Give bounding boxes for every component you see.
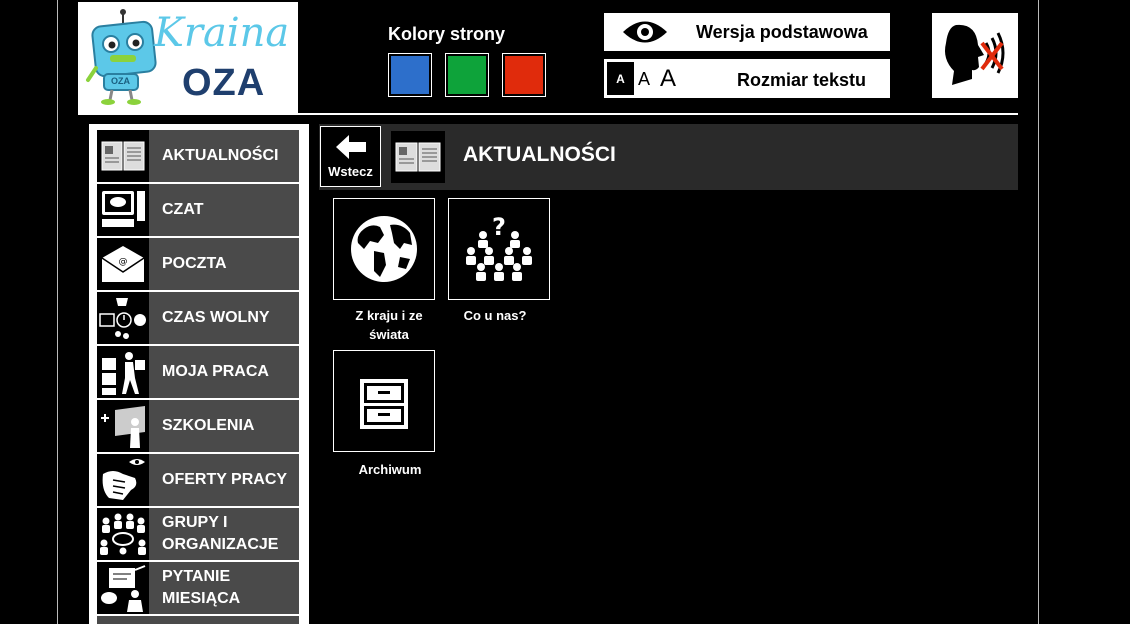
text-size-control: A A A Rozmiar tekstu [604, 59, 890, 98]
swatch-fill-blue [391, 56, 429, 94]
menu-item-poczta[interactable]: @ POCZTA [97, 238, 299, 290]
menu-label-poczta: POCZTA [162, 255, 227, 272]
color-swatch-green[interactable] [445, 53, 489, 97]
header-divider [78, 113, 1018, 115]
menu-label-oferty-pracy: OFERTY PRACY [162, 471, 288, 488]
swatch-fill-green [448, 56, 486, 94]
tile-label-archiwum: Archiwum [358, 462, 422, 477]
menu-label-szkolenia: SZKOLENIA [162, 417, 255, 434]
envelope-icon: @ [97, 238, 149, 290]
eye-icon [623, 21, 667, 43]
arrow-left-icon [336, 135, 366, 159]
handshake-icon [97, 454, 149, 506]
page-title: AKTUALNOŚCI [463, 143, 616, 166]
globe-icon [351, 216, 417, 282]
speech-off-icon [945, 24, 1005, 85]
tile-co-u-nas[interactable]: ? [448, 198, 550, 300]
menu-label-aktualnosci: AKTUALNOŚCI [162, 147, 279, 164]
logo-robot-badge: OZA [111, 76, 130, 86]
text-size-label: Rozmiar tekstu [737, 70, 867, 90]
text-size-medium-button[interactable]: A [638, 69, 650, 90]
worker-boxes-icon [97, 346, 149, 398]
tile-z-kraju[interactable] [333, 198, 435, 300]
menu-label-grupy: GRUPY I ORGANIZACJE [162, 514, 279, 553]
text-size-small-button[interactable]: A [607, 62, 634, 95]
group-circle-icon [97, 508, 149, 560]
computer-chat-icon [97, 184, 149, 236]
menu-item-moja-praca[interactable]: MOJA PRACA [97, 346, 299, 398]
tile-label-co-u-nas: Co u nas? [463, 308, 527, 323]
menu-label-moja-praca: MOJA PRACA [162, 363, 269, 380]
logo-word-oza: OZA [182, 62, 266, 104]
menu-item-czas-wolny[interactable]: CZAS WOLNY [97, 292, 299, 344]
tile-archiwum[interactable] [333, 350, 435, 452]
back-button[interactable]: Wstecz [320, 126, 381, 187]
menu-label-pytanie: PYTANIE MIESIĄCA [162, 568, 241, 607]
frame-line-right [1038, 0, 1039, 624]
people-question-icon: ? [466, 213, 532, 281]
logo-word-kraina: Kraina [154, 10, 290, 56]
color-swatch-blue[interactable] [388, 53, 432, 97]
newspaper-icon [391, 131, 445, 183]
question-board-icon [97, 562, 149, 614]
menu-item-oferty-pracy[interactable]: OFERTY PRACY [97, 454, 299, 506]
section-header: Wstecz AKTUALNOŚCI [319, 124, 1018, 190]
side-menu: AKTUALNOŚCI CZAT @ POCZTA CZAS WOLNY MOJ… [89, 124, 309, 624]
svg-text:?: ? [492, 213, 506, 241]
cabinet-icon [360, 379, 408, 429]
leisure-icon [97, 292, 149, 344]
basic-version-label: Wersja podstawowa [696, 22, 868, 42]
svg-text:@: @ [119, 257, 128, 267]
site-logo[interactable]: OZA Kraina OZA [78, 2, 298, 113]
menu-item-szkolenia[interactable]: SZKOLENIA [97, 400, 299, 452]
menu-item-aktualnosci[interactable]: AKTUALNOŚCI [97, 130, 299, 182]
swatch-fill-red [505, 56, 543, 94]
color-swatch-red[interactable] [502, 53, 546, 97]
menu-item-czat[interactable]: CZAT [97, 184, 299, 236]
menu-label-czas-wolny: CZAS WOLNY [162, 309, 270, 326]
tile-label-z-kraju: Z kraju i ze świata [355, 308, 423, 342]
text-size-large-button[interactable]: A [660, 65, 676, 93]
presentation-icon [97, 400, 149, 452]
speech-toggle-button[interactable] [932, 13, 1018, 98]
back-button-label: Wstecz [328, 164, 373, 179]
menu-item-grupy[interactable]: GRUPY I ORGANIZACJE [97, 508, 299, 560]
menu-item-pytanie[interactable]: PYTANIE MIESIĄCA [97, 562, 299, 614]
basic-version-button[interactable]: Wersja podstawowa [604, 13, 890, 51]
menu-next-item-stub [97, 616, 299, 624]
page-colors-title: Kolory strony [388, 24, 506, 44]
newspaper-icon [97, 130, 149, 182]
menu-label-czat: CZAT [162, 201, 204, 218]
frame-line-left [57, 0, 58, 624]
